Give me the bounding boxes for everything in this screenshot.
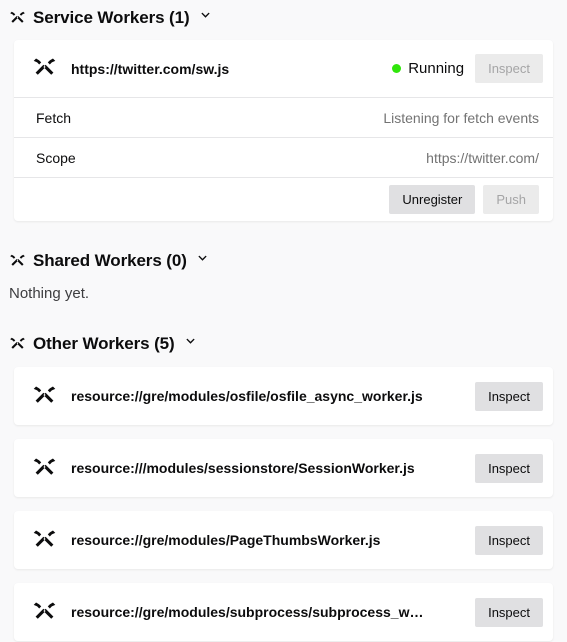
detail-row-scope: Scope https://twitter.com/ — [14, 137, 553, 177]
worker-url: resource:///modules/sessionstore/Session… — [71, 460, 415, 476]
crossed-hammers-icon — [9, 10, 26, 27]
chevron-down-icon[interactable] — [184, 335, 197, 353]
service-worker-header: https://twitter.com/sw.js Running Inspec… — [14, 40, 553, 97]
unregister-button[interactable]: Unregister — [389, 185, 476, 214]
chevron-down-icon[interactable] — [196, 252, 209, 270]
service-worker-card: https://twitter.com/sw.js Running Inspec… — [14, 40, 553, 221]
detail-label-fetch: Fetch — [36, 109, 72, 126]
section-title-other-workers: Other Workers (5) — [33, 334, 175, 353]
push-button[interactable]: Push — [483, 185, 539, 214]
crossed-hammers-icon — [32, 56, 57, 81]
status-label: Running — [408, 60, 465, 77]
inspect-button[interactable]: Inspect — [475, 453, 543, 483]
crossed-hammers-icon — [9, 253, 26, 270]
crossed-hammers-icon — [32, 600, 57, 625]
other-workers-list: resource://gre/modules/osfile/osfile_asy… — [14, 367, 553, 641]
service-worker-url: https://twitter.com/sw.js — [71, 60, 230, 77]
worker-row: resource://gre/modules/PageThumbsWorker.… — [14, 511, 553, 569]
worker-url: resource://gre/modules/osfile/osfile_asy… — [71, 388, 423, 404]
section-title-shared-workers: Shared Workers (0) — [33, 251, 187, 270]
chevron-down-icon[interactable] — [199, 9, 212, 27]
worker-url: resource://gre/modules/PageThumbsWorker.… — [71, 532, 381, 548]
worker-row: resource://gre/modules/osfile/osfile_asy… — [14, 367, 553, 425]
inspect-button[interactable]: Inspect — [475, 381, 543, 411]
service-worker-actions: Unregister Push — [14, 177, 553, 221]
status-dot-running-icon — [392, 64, 402, 73]
inspect-button[interactable]: Inspect — [475, 597, 543, 627]
worker-url: resource://gre/modules/subprocess/subpro… — [71, 604, 424, 620]
detail-row-fetch: Fetch Listening for fetch events — [14, 97, 553, 137]
section-header-shared-workers[interactable]: Shared Workers (0) — [9, 243, 553, 279]
crossed-hammers-icon — [9, 336, 26, 353]
worker-row: resource:///modules/sessionstore/Session… — [14, 439, 553, 497]
inspect-button[interactable]: Inspect — [475, 54, 543, 83]
status-badge: Running — [392, 60, 464, 77]
shared-workers-empty-text: Nothing yet. — [9, 285, 90, 302]
section-header-other-workers[interactable]: Other Workers (5) — [9, 326, 553, 362]
section-title-service-workers: Service Workers (1) — [33, 8, 190, 27]
detail-value-scope: https://twitter.com/ — [426, 149, 539, 166]
crossed-hammers-icon — [32, 456, 57, 481]
detail-value-fetch: Listening for fetch events — [383, 109, 539, 126]
worker-row: resource://gre/modules/subprocess/subpro… — [14, 583, 553, 641]
crossed-hammers-icon — [32, 528, 57, 553]
workers-panel: Service Workers (1) https://twitter.com/… — [0, 0, 567, 642]
section-header-service-workers[interactable]: Service Workers (1) — [9, 0, 553, 36]
inspect-button[interactable]: Inspect — [475, 525, 543, 555]
detail-label-scope: Scope — [36, 149, 76, 166]
crossed-hammers-icon — [32, 384, 57, 409]
